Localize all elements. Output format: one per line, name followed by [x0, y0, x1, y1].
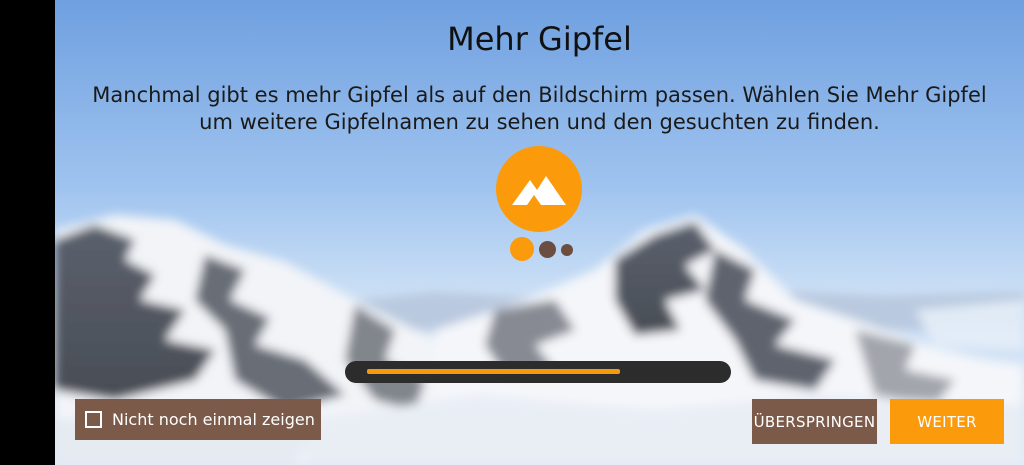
description-line-2: um weitere Gipfelnamen zu sehen und den …: [199, 110, 880, 134]
background-mountain-scene: Mehr Gipfel Manchmal gibt es mehr Gipfel…: [55, 0, 1024, 465]
next-button[interactable]: WEITER: [890, 399, 1004, 444]
description-line-1: Manchmal gibt es mehr Gipfel als auf den…: [92, 83, 987, 107]
progress-bar: [345, 361, 731, 383]
dont-show-again-checkbox[interactable]: [85, 411, 102, 428]
dont-show-again-label: Nicht noch einmal zeigen: [112, 410, 315, 429]
mountain-backdrop: [55, 215, 1024, 465]
logo-badge: [496, 146, 582, 232]
page-description: Manchmal gibt es mehr Gipfel als auf den…: [65, 82, 1014, 136]
page-dot[interactable]: [539, 241, 556, 258]
progress-bar-fill: [367, 369, 620, 374]
dont-show-again-option[interactable]: Nicht noch einmal zeigen: [75, 399, 321, 440]
onboarding-screen: Mehr Gipfel Manchmal gibt es mehr Gipfel…: [0, 0, 1024, 465]
page-dot-active[interactable]: [510, 237, 534, 261]
page-title: Mehr Gipfel: [447, 20, 632, 58]
system-edge-bar: [0, 0, 55, 465]
page-dot[interactable]: [561, 244, 573, 256]
mountain-icon: [512, 176, 566, 205]
page-indicator: [510, 236, 580, 262]
skip-button[interactable]: ÜBERSPRINGEN: [752, 399, 877, 444]
